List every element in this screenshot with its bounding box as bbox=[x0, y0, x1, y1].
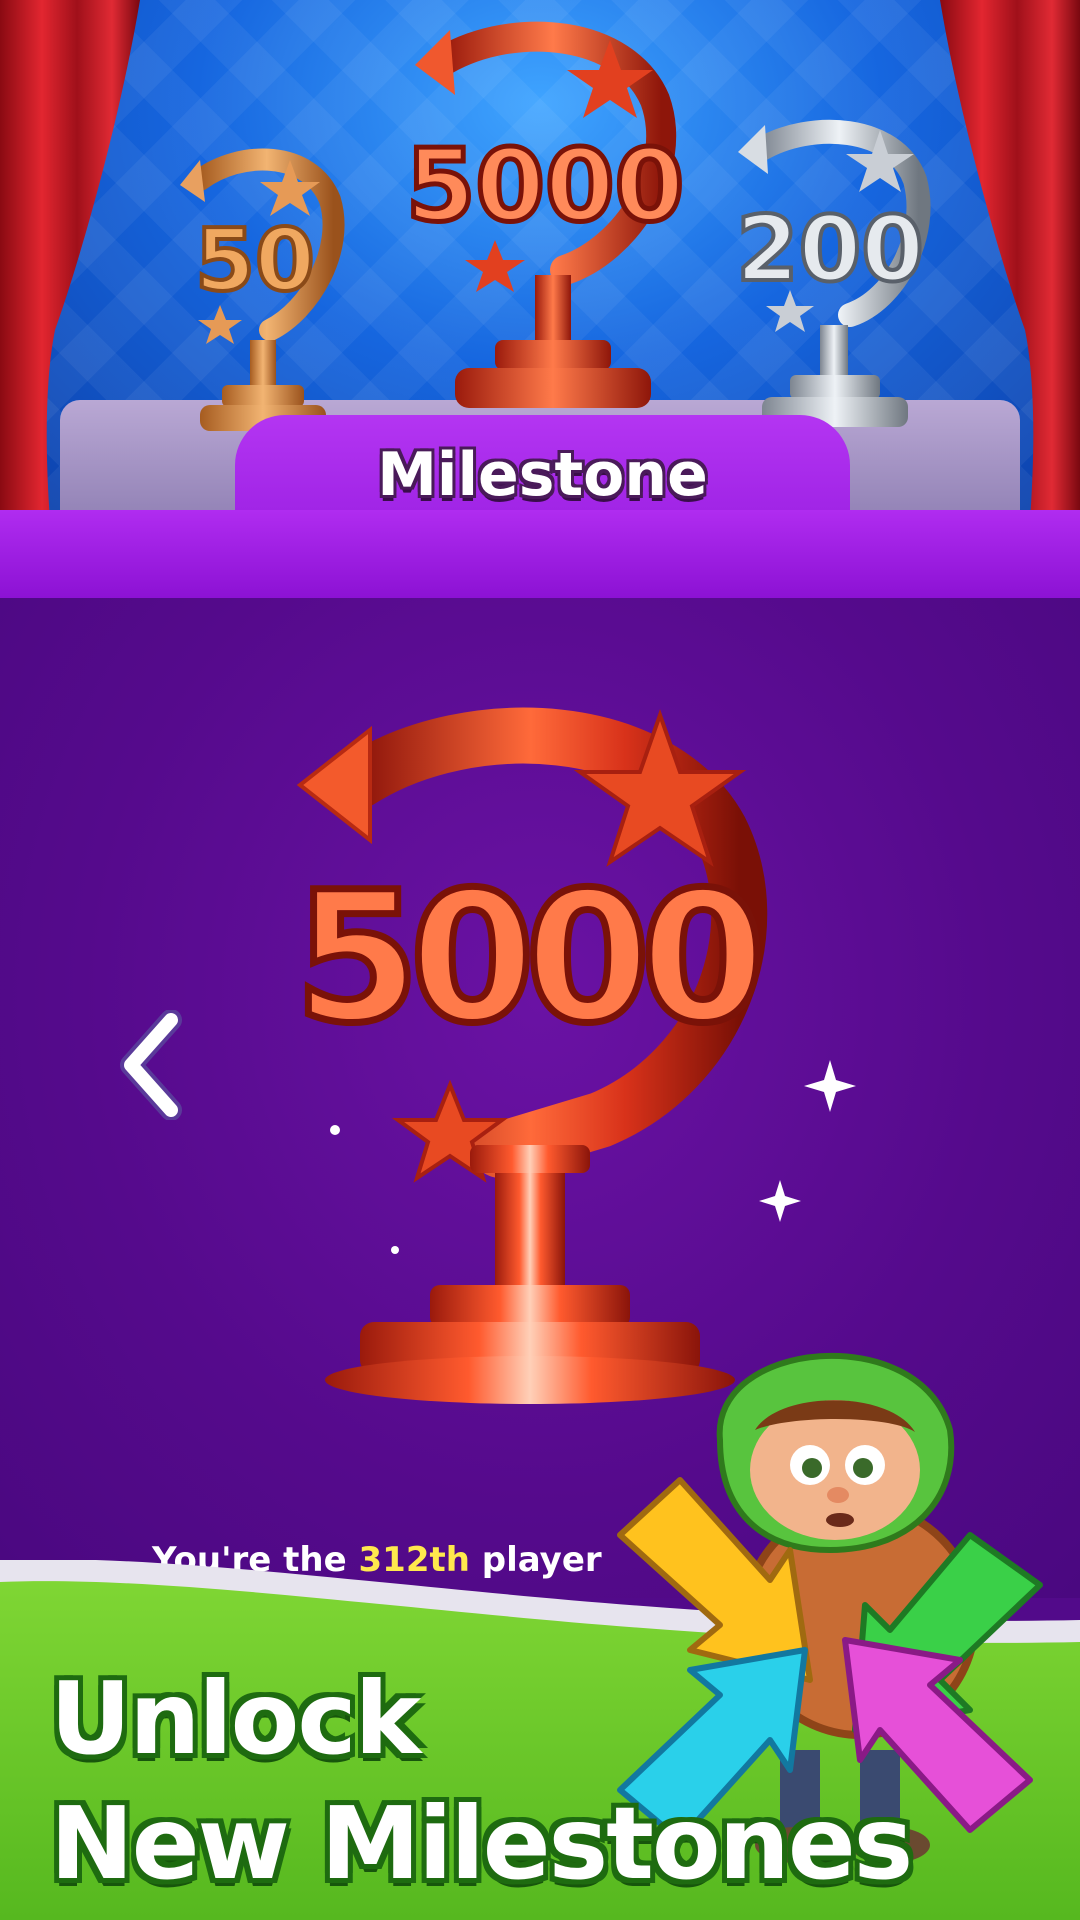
bronze-trophy: 50 bbox=[180, 148, 345, 431]
promo-headline-line2: New Milestones bbox=[50, 1785, 913, 1902]
milestone-header-band bbox=[0, 510, 1080, 598]
silver-trophy-number: 200 bbox=[736, 197, 924, 302]
red-trophy-small-number: 5000 bbox=[406, 127, 684, 244]
silver-trophy: 200 bbox=[734, 119, 931, 427]
red-trophy-small: 5000 bbox=[403, 21, 687, 408]
bronze-trophy-number: 50 bbox=[195, 211, 315, 311]
page-title: Milestone bbox=[377, 440, 708, 510]
left-curtain bbox=[0, 0, 140, 520]
chevron-left-icon[interactable] bbox=[116, 1010, 186, 1120]
promo-headline-line1: Unlock bbox=[50, 1660, 421, 1777]
right-curtain bbox=[940, 0, 1080, 520]
sparkles bbox=[330, 1060, 856, 1254]
